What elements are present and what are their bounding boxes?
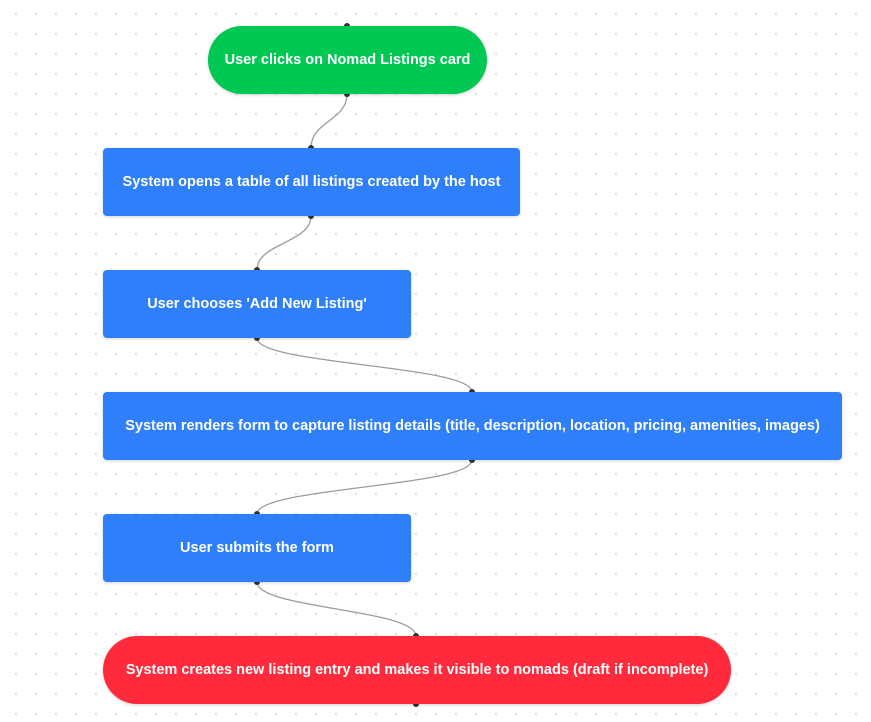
edge-n2-to-n3[interactable]	[256, 215, 312, 271]
step-node-user-chooses-add-new-listing[interactable]: User chooses 'Add New Listing'	[103, 270, 411, 338]
node-label: System opens a table of all listings cre…	[122, 174, 501, 190]
edge-n1-to-n2[interactable]	[310, 93, 348, 149]
flow-canvas[interactable]: User clicks on Nomad Listings card Syste…	[0, 0, 871, 722]
edge-n4-to-n5[interactable]	[256, 459, 473, 515]
end-node-system-creates-listing[interactable]: System creates new listing entry and mak…	[103, 636, 731, 704]
start-node-user-clicks-nomad-listings[interactable]: User clicks on Nomad Listings card	[208, 26, 487, 94]
node-label: User clicks on Nomad Listings card	[224, 52, 471, 68]
edge-layer	[254, 23, 475, 707]
edge-n3-to-n4[interactable]	[256, 337, 473, 393]
step-node-user-submits-form[interactable]: User submits the form	[103, 514, 411, 582]
node-label: User submits the form	[180, 540, 334, 556]
step-node-system-opens-listings-table[interactable]: System opens a table of all listings cre…	[103, 148, 520, 216]
node-label: User chooses 'Add New Listing'	[147, 296, 367, 312]
node-label: System renders form to capture listing d…	[125, 418, 820, 434]
edge-n5-to-n6[interactable]	[256, 581, 417, 637]
node-label: System creates new listing entry and mak…	[125, 662, 709, 678]
step-node-system-renders-form[interactable]: System renders form to capture listing d…	[103, 392, 842, 460]
